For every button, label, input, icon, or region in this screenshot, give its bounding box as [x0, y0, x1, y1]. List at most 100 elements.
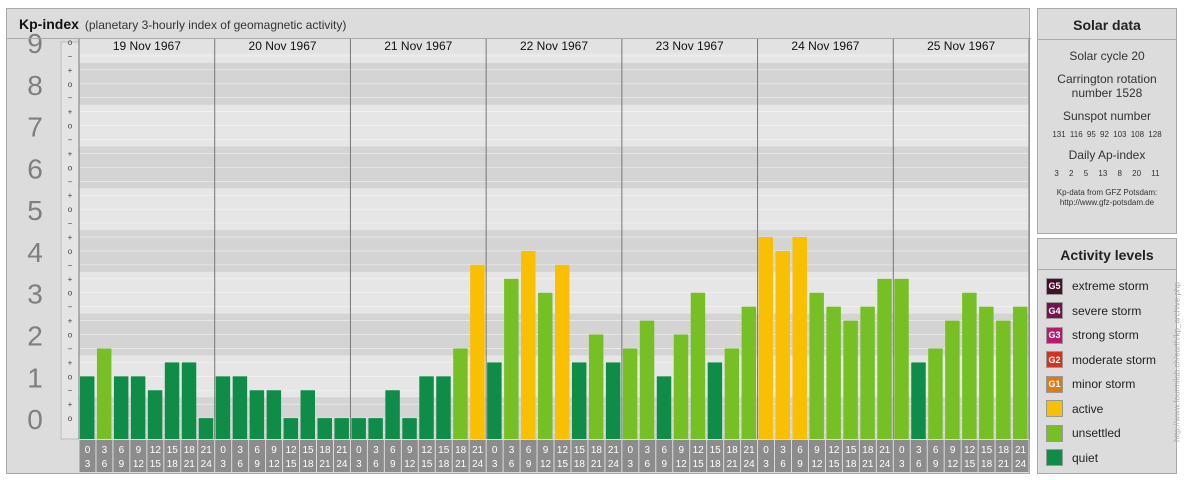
kp-bar — [521, 250, 536, 439]
interval-end-label: 12 — [404, 459, 416, 470]
interval-end-label: 24 — [879, 459, 891, 470]
y-tick-label: 5 — [27, 195, 43, 226]
day-label: 24 Nov 1967 — [791, 39, 859, 53]
kp-bar — [266, 390, 282, 439]
legend-label: quiet — [1072, 450, 1099, 465]
interval-start-label: 15 — [438, 445, 450, 456]
credit-line-1: Kp-data from GFZ Potsdam: — [1056, 188, 1158, 197]
kp-bar — [232, 376, 248, 439]
credit-link[interactable]: http://www.gfz-potsdam.de — [1038, 198, 1176, 208]
kp-bar — [198, 418, 214, 439]
kp-bar — [758, 237, 774, 439]
interval-end-label: 6 — [645, 459, 651, 470]
day-label: 23 Nov 1967 — [656, 39, 724, 53]
interval-start-label: 0 — [492, 445, 498, 456]
chart-title-text: Kp-index — [19, 16, 79, 32]
kp-bar — [555, 264, 570, 439]
interval-end-label: 9 — [797, 459, 803, 470]
interval-end-label: 12 — [269, 459, 281, 470]
interval-end-label: 24 — [608, 459, 620, 470]
day-label: 21 Nov 1967 — [384, 39, 452, 53]
kp-bar — [996, 320, 1011, 439]
kp-bar — [962, 292, 977, 439]
sunspot-values: 131 116 95 92 103 108 128 — [1052, 130, 1162, 139]
y-subtick-label: o — [68, 205, 73, 214]
kp-bar — [300, 390, 315, 439]
y-subtick-label: + — [68, 358, 73, 367]
interval-end-label: 9 — [254, 459, 260, 470]
interval-start-label: 6 — [661, 445, 667, 456]
legend-swatch: G5 — [1046, 277, 1063, 295]
kp-bar — [402, 418, 417, 439]
interval-end-label: 21 — [184, 459, 196, 470]
interval-start-label: 15 — [845, 445, 857, 456]
legend-item-severe-storm: G4 severe storm — [1038, 299, 1176, 324]
y-tick-label: 2 — [27, 321, 43, 352]
legend-label: unsettled — [1072, 426, 1121, 441]
interval-end-label: 12 — [133, 459, 145, 470]
interval-end-label: 18 — [167, 459, 179, 470]
interval-start-label: 9 — [543, 445, 549, 456]
kp-bar — [945, 320, 960, 439]
ap-index-label: Daily Ap-index — [1068, 148, 1146, 162]
interval-start-label: 0 — [628, 445, 634, 456]
interval-end-label: 3 — [356, 459, 362, 470]
interval-end-label: 24 — [201, 459, 213, 470]
y-subtick-label: + — [68, 66, 73, 75]
solar-data-title: Solar data — [1038, 9, 1176, 40]
interval-end-label: 21 — [591, 459, 603, 470]
interval-start-label: 15 — [574, 445, 586, 456]
ap-index-values: 3 2 5 13 8 20 11 — [1054, 169, 1160, 178]
interval-start-label: 9 — [950, 445, 956, 456]
interval-start-label: 3 — [237, 445, 243, 456]
interval-start-label: 21 — [1015, 445, 1027, 456]
legend-item-unsettled: unsettled — [1038, 421, 1176, 446]
interval-end-label: 3 — [899, 459, 905, 470]
interval-start-label: 3 — [102, 445, 108, 456]
interval-end-label: 3 — [85, 459, 91, 470]
activity-levels-title: Activity levels — [1038, 239, 1176, 270]
kp-bar — [130, 376, 146, 439]
kp-bar — [979, 306, 994, 439]
y-subtick-label: + — [68, 191, 73, 200]
y-subtick-label: o — [68, 38, 73, 47]
interval-end-label: 6 — [237, 459, 243, 470]
legend-swatch: G3 — [1046, 326, 1063, 344]
interval-end-label: 9 — [526, 459, 532, 470]
interval-start-label: 9 — [814, 445, 820, 456]
legend-item-moderate-storm: G2 moderate storm — [1038, 348, 1176, 373]
interval-start-label: 0 — [763, 445, 769, 456]
interval-end-label: 24 — [336, 459, 348, 470]
interval-end-label: 18 — [302, 459, 314, 470]
interval-start-label: 3 — [509, 445, 515, 456]
kp-data-credit: Kp-data from GFZ Potsdam: http://www.gfz… — [1038, 188, 1176, 208]
kp-bar — [147, 390, 163, 439]
y-subtick-label: + — [68, 317, 73, 326]
legend-swatch — [1046, 449, 1063, 467]
interval-start-label: 0 — [85, 445, 91, 456]
y-subtick-label: − — [68, 52, 73, 61]
y-subtick-label: + — [68, 400, 73, 409]
kp-bar — [368, 418, 383, 439]
interval-start-label: 12 — [557, 445, 569, 456]
kp-bar — [605, 362, 621, 439]
solar-data-panel: Solar data Solar cycle 20 Carrington rot… — [1037, 8, 1177, 234]
kp-bar — [351, 418, 366, 439]
kp-bar — [843, 320, 858, 439]
interval-start-label: 18 — [862, 445, 874, 456]
interval-end-label: 21 — [862, 459, 874, 470]
interval-end-label: 6 — [102, 459, 108, 470]
y-subtick-label: + — [68, 108, 73, 117]
interval-end-label: 3 — [763, 459, 769, 470]
interval-end-label: 15 — [693, 459, 705, 470]
interval-start-label: 0 — [220, 445, 226, 456]
y-subtick-label: o — [68, 331, 73, 340]
sunspot-label: Sunspot number — [1062, 109, 1152, 123]
y-subtick-label: − — [68, 303, 73, 312]
interval-end-label: 12 — [947, 459, 959, 470]
interval-start-label: 18 — [184, 445, 196, 456]
kp-index-chart: 0 o +1 o + − 2 o + − 3 o + − 4 o + − 5 o + − 6 o + − 7 o + − 8 o + − 9 o − 19… — [7, 28, 1031, 472]
interval-start-label: 12 — [693, 445, 705, 456]
kp-bar — [826, 306, 841, 439]
kp-bar — [622, 348, 638, 439]
